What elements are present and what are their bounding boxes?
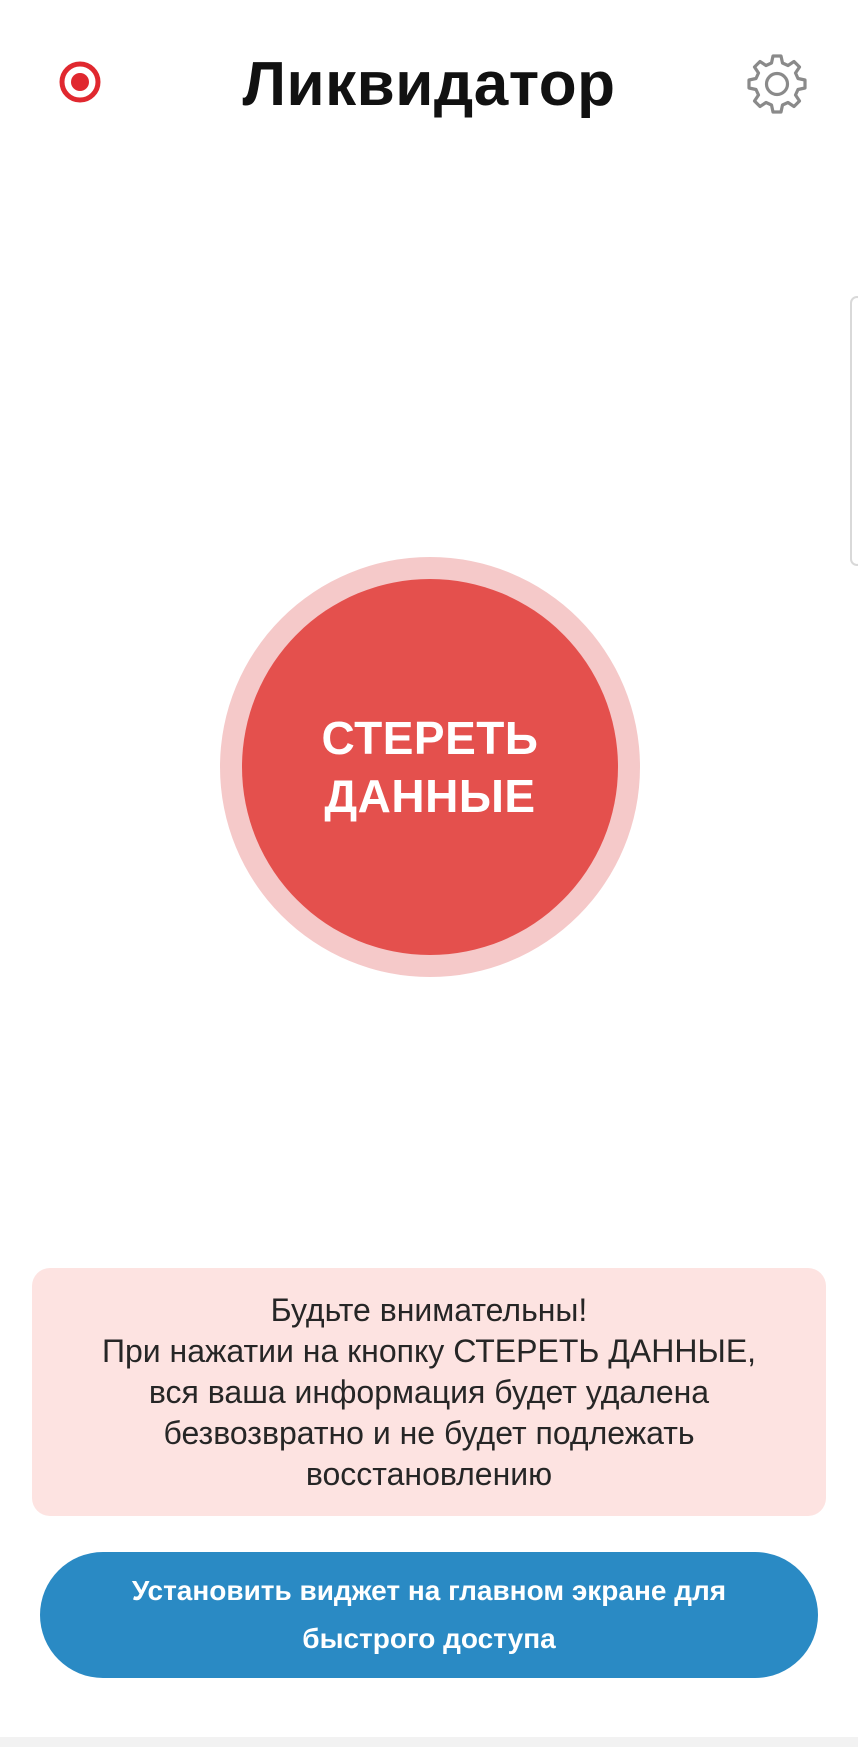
install-widget-button[interactable]: Установить виджет на главном экране для … (40, 1552, 818, 1678)
erase-data-button-core[interactable]: СТЕРЕТЬ ДАННЫЕ (242, 579, 618, 955)
warning-box: Будьте внимательны! При нажатии на кнопк… (32, 1268, 826, 1516)
app-header: Ликвидатор (0, 0, 858, 170)
settings-button[interactable] (745, 52, 809, 116)
page-title: Ликвидатор (242, 50, 616, 119)
record-icon[interactable] (58, 60, 102, 104)
erase-data-label: СТЕРЕТЬ ДАННЫЕ (321, 712, 539, 822)
system-bottom-bar (0, 1737, 858, 1747)
erase-data-button[interactable]: СТЕРЕТЬ ДАННЫЕ (220, 557, 640, 977)
warning-text: Будьте внимательны! При нажатии на кнопк… (101, 1291, 757, 1492)
gear-icon (747, 54, 807, 114)
edge-panel-handle[interactable] (850, 296, 858, 566)
install-widget-label: Установить виджет на главном экране для … (131, 1575, 727, 1654)
